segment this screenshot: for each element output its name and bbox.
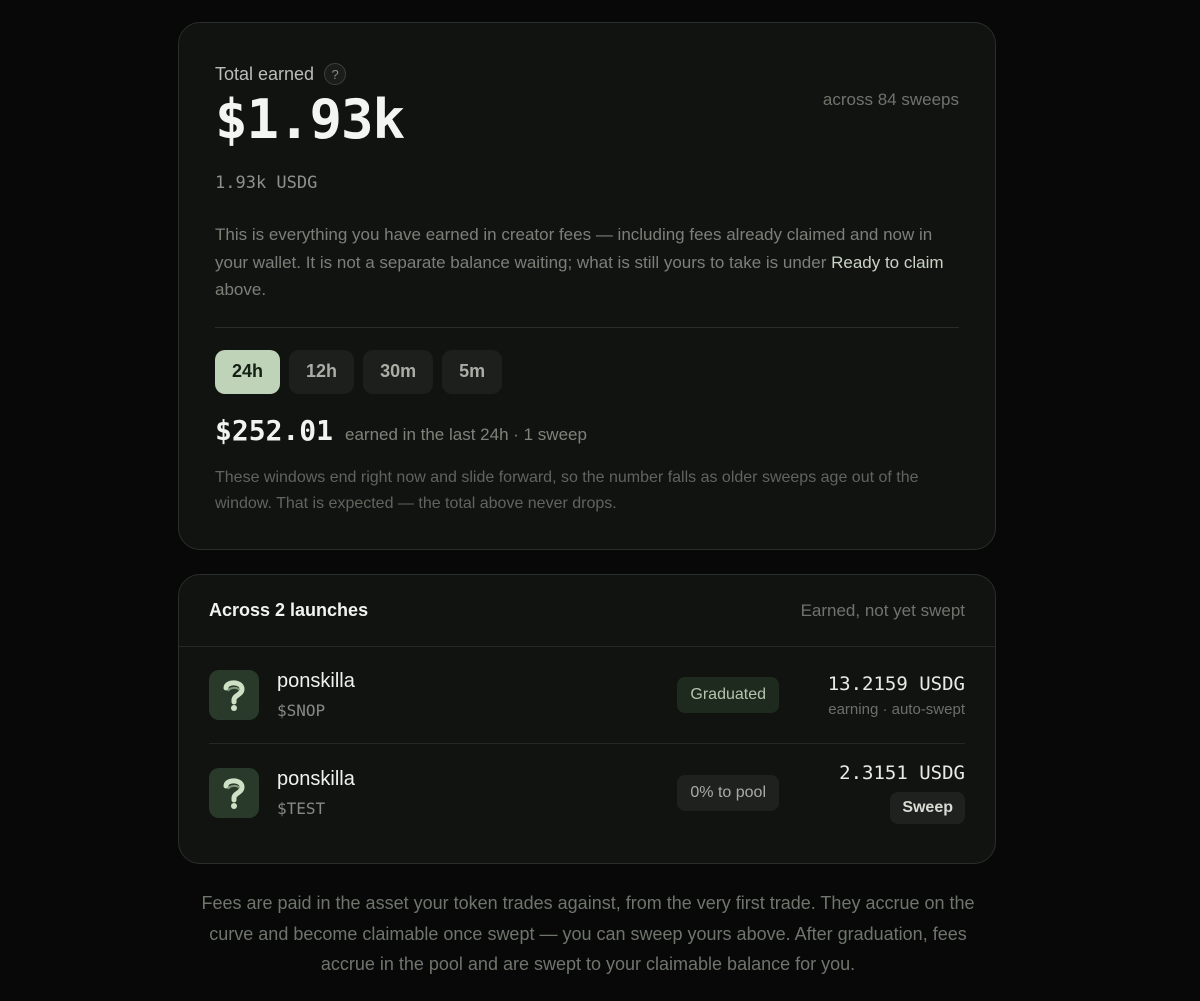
token-ticker: $TEST xyxy=(277,798,326,818)
help-icon[interactable]: ? xyxy=(324,63,347,85)
total-earned-header: Total earned ? xyxy=(215,61,959,87)
fees-footer-note: Fees are paid in the asset your token tr… xyxy=(201,893,975,974)
token-name: ponskilla xyxy=(277,767,355,790)
token-name: ponskilla xyxy=(277,670,355,692)
pool-share-badge: 0% to pool xyxy=(677,774,779,811)
auto-sweep-status: earning · auto-swept xyxy=(828,700,965,718)
time-window-selector: 24h 12h 30m 5m xyxy=(215,349,959,394)
token-info: ponskilla $SNOP xyxy=(277,670,677,720)
token-ticker: $SNOP xyxy=(277,701,326,720)
window-24h-button[interactable]: 24h xyxy=(215,349,281,394)
window-30m-button[interactable]: 30m xyxy=(363,349,434,394)
amount-column: 13.2159 USDG earning · auto-swept xyxy=(815,673,965,718)
description-text-2: above. xyxy=(215,280,267,299)
unswept-amount: 2.3151 USDG xyxy=(839,761,965,784)
ready-to-claim-link[interactable]: Ready to claim xyxy=(831,253,943,272)
period-amount: $252.01 xyxy=(215,413,334,447)
status-badge: Graduated xyxy=(677,677,779,713)
token-info: ponskilla $TEST xyxy=(277,768,677,818)
window-note: These windows end right now and slide fo… xyxy=(215,468,919,512)
launches-card: Across 2 launches Earned, not yet swept … xyxy=(178,574,996,864)
description-text-1: This is everything you have earned in cr… xyxy=(215,225,933,272)
sweep-button[interactable]: Sweep xyxy=(890,791,965,824)
total-earned-usdg: 1.93k USDG xyxy=(215,173,318,193)
launches-header: Across 2 launches Earned, not yet swept xyxy=(179,575,995,647)
window-5m-button[interactable]: 5m xyxy=(442,349,503,394)
token-logo-icon xyxy=(223,680,245,711)
unswept-amount: 13.2159 USDG xyxy=(827,672,965,695)
total-earned-card: Total earned ? across 84 sweeps $1.93k 1… xyxy=(178,22,996,550)
launches-subtitle: Earned, not yet swept xyxy=(800,600,965,620)
launch-row[interactable]: ponskilla $SNOP Graduated 13.2159 USDG e… xyxy=(209,647,965,744)
period-summary: $252.01 earned in the last 24h · 1 sweep xyxy=(215,414,959,447)
launches-list: ponskilla $SNOP Graduated 13.2159 USDG e… xyxy=(179,647,995,841)
token-logo-icon xyxy=(223,777,245,809)
total-earned-label: Total earned xyxy=(215,63,315,84)
amount-column: 2.3151 USDG Sweep xyxy=(815,762,965,824)
sweeps-count: across 84 sweeps xyxy=(822,90,959,109)
total-earned-description: This is everything you have earned in cr… xyxy=(215,221,961,304)
period-text: earned in the last 24h · 1 sweep xyxy=(345,424,587,444)
token-avatar xyxy=(209,767,259,818)
window-12h-button[interactable]: 12h xyxy=(289,349,355,394)
token-avatar xyxy=(209,670,259,720)
divider xyxy=(215,326,959,328)
launch-row[interactable]: ponskilla $TEST 0% to pool 2.3151 USDG S… xyxy=(209,744,965,841)
launches-title: Across 2 launches xyxy=(209,600,369,620)
